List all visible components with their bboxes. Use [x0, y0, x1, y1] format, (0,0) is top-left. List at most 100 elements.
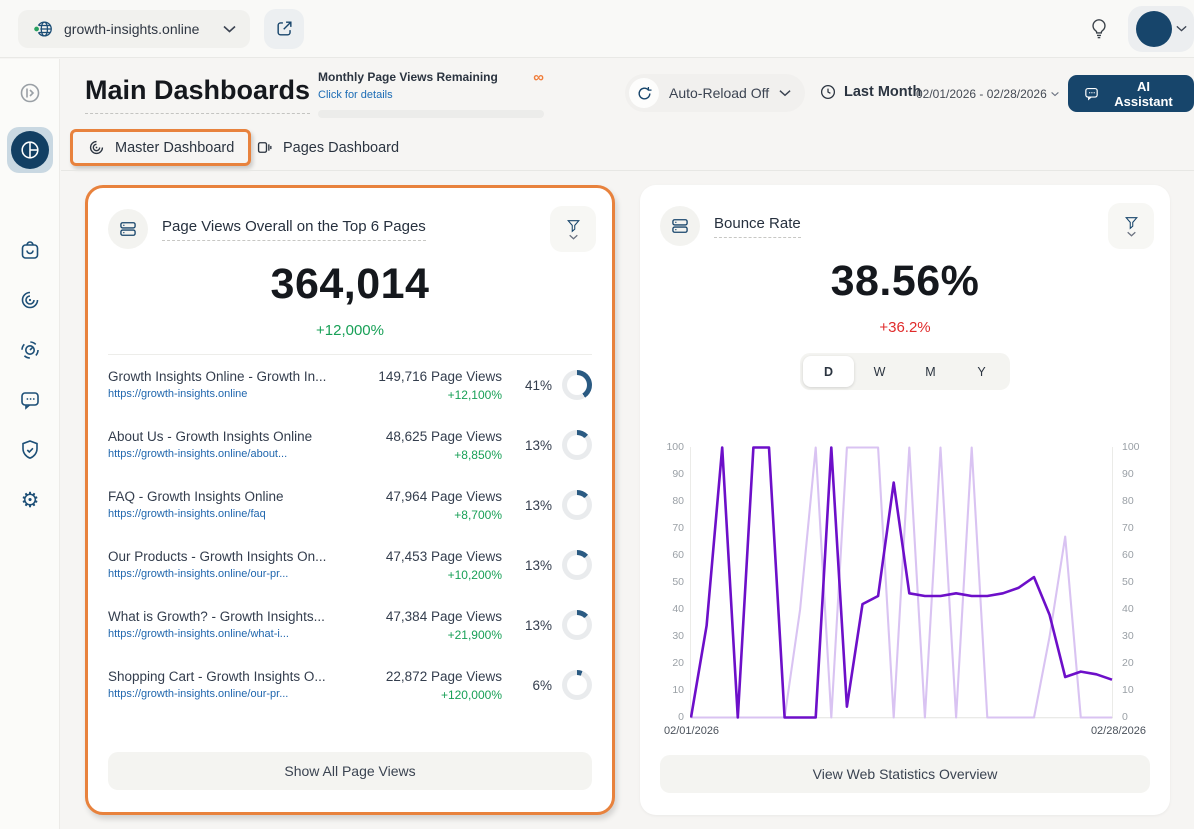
y-tick-label: 20: [1122, 657, 1134, 669]
page-views-count: 22,872 Page Views: [350, 669, 502, 684]
spiral-icon: [87, 138, 106, 157]
card-title: Bounce Rate: [714, 215, 801, 238]
filter-button[interactable]: [550, 206, 596, 252]
page-views-row[interactable]: Shopping Cart - Growth Insights O... htt…: [108, 655, 592, 715]
page-url-link[interactable]: https://growth-insights.online/our-pr...: [108, 688, 288, 700]
page-title-text: Shopping Cart - Growth Insights O...: [108, 669, 350, 684]
range-option-week[interactable]: W: [854, 356, 905, 387]
y-tick-label: 30: [1122, 630, 1134, 642]
collapse-panel-icon: [18, 81, 42, 105]
open-site-button[interactable]: [264, 9, 304, 49]
funnel-icon: [1124, 216, 1139, 230]
tab-label: Master Dashboard: [115, 140, 234, 156]
sidebar: ⚙: [0, 59, 60, 829]
page-views-count: 48,625 Page Views: [350, 429, 502, 444]
page-title-text: About Us - Growth Insights Online: [108, 429, 350, 444]
filter-button[interactable]: [1108, 203, 1154, 249]
date-range-value: 02/01/2026 - 02/28/2026: [916, 87, 1047, 101]
date-range-picker[interactable]: 02/01/2026 - 02/28/2026: [916, 87, 1059, 101]
sidebar-item-settings[interactable]: ⚙: [8, 478, 52, 522]
page-share-percent: 41%: [525, 378, 552, 393]
y-axis-right: 0102030405060708090100: [1122, 445, 1152, 719]
sidebar-item-security[interactable]: [8, 428, 52, 472]
show-all-page-views-button[interactable]: Show All Page Views: [108, 752, 592, 790]
progress-donut: [562, 430, 592, 460]
page-views-row[interactable]: What is Growth? - Growth Insights... htt…: [108, 595, 592, 655]
y-tick-label: 50: [672, 576, 684, 588]
sidebar-item-monitoring[interactable]: [8, 328, 52, 372]
bag-icon: [18, 238, 42, 262]
page-url-link[interactable]: https://growth-insights.online/faq: [108, 508, 266, 520]
account-menu[interactable]: [1128, 6, 1194, 52]
sidebar-item-products[interactable]: [8, 228, 52, 272]
total-delta: +12,000%: [88, 322, 612, 339]
page-title-text: FAQ - Growth Insights Online: [108, 489, 350, 504]
page-url-link[interactable]: https://growth-insights.online/what-i...: [108, 628, 289, 640]
y-tick-label: 100: [666, 441, 684, 453]
page-title-text: What is Growth? - Growth Insights...: [108, 609, 350, 624]
page-views-row[interactable]: FAQ - Growth Insights Online https://gro…: [108, 475, 592, 535]
page-views-row[interactable]: About Us - Growth Insights Online https:…: [108, 415, 592, 475]
sidebar-item-feedback[interactable]: [8, 378, 52, 422]
tab-pages-dashboard[interactable]: Pages Dashboard: [255, 138, 399, 157]
database-icon: [660, 206, 700, 246]
tab-master-dashboard[interactable]: Master Dashboard: [87, 138, 234, 157]
page-views-delta: +10,200%: [350, 568, 502, 582]
chevron-down-icon: [223, 25, 236, 33]
avatar: [1136, 11, 1172, 47]
chevron-down-icon: [1176, 25, 1187, 32]
y-tick-label: 60: [1122, 549, 1134, 561]
gauge-focus-icon: [18, 338, 42, 362]
sidebar-item-collapse[interactable]: [8, 71, 52, 115]
spiral-icon: [18, 288, 42, 312]
y-tick-label: 70: [1122, 522, 1134, 534]
bounce-rate-secondary-line: [691, 448, 1112, 718]
page-share-percent: 13%: [525, 558, 552, 573]
bounce-chart-plot: [690, 445, 1113, 719]
page-url-link[interactable]: https://growth-insights.online: [108, 388, 247, 400]
gear-icon: ⚙: [21, 490, 40, 511]
y-tick-label: 20: [672, 657, 684, 669]
y-tick-label: 80: [1122, 495, 1134, 507]
range-option-month[interactable]: M: [905, 356, 956, 387]
page-title-text: Our Products - Growth Insights On...: [108, 549, 350, 564]
page-url-link[interactable]: https://growth-insights.online/our-pr...: [108, 568, 288, 580]
ai-assistant-button[interactable]: AI Assistant: [1068, 75, 1194, 112]
quota-title: Monthly Page Views Remaining: [318, 70, 498, 85]
page-views-count: 47,384 Page Views: [350, 609, 502, 624]
page-share-percent: 6%: [532, 678, 552, 693]
page-views-row[interactable]: Our Products - Growth Insights On... htt…: [108, 535, 592, 595]
funnel-icon: [566, 219, 581, 233]
page-views-count: 149,716 Page Views: [350, 369, 502, 384]
bounce-rate-value: 38.56%: [640, 257, 1170, 306]
page-share-percent: 13%: [525, 438, 552, 453]
auto-reload-dropdown[interactable]: Auto-Reload Off: [625, 74, 805, 112]
page-views-count: 47,453 Page Views: [350, 549, 502, 564]
main-content: Main Dashboards Monthly Page Views Remai…: [61, 59, 1194, 829]
pageviews-list: Growth Insights Online - Growth In... ht…: [108, 354, 592, 715]
range-option-day[interactable]: D: [803, 356, 854, 387]
site-selector[interactable]: growth-insights.online: [18, 10, 250, 48]
clock-icon: [819, 83, 837, 101]
chart-series: [691, 448, 1112, 718]
y-tick-label: 40: [1122, 603, 1134, 615]
page-views-row[interactable]: Growth Insights Online - Growth In... ht…: [108, 355, 592, 415]
sidebar-item-dashboards[interactable]: [7, 127, 53, 173]
infinity-badge: ∞: [533, 70, 544, 85]
page-url-link[interactable]: https://growth-insights.online/about...: [108, 448, 287, 460]
bounce-chart: 0102030405060708090100 01020304050607080…: [640, 440, 1170, 740]
quota-details-link[interactable]: Click for details: [318, 89, 393, 101]
range-option-year[interactable]: Y: [956, 356, 1007, 387]
auto-reload-label: Auto-Reload Off: [669, 85, 769, 101]
period-selector[interactable]: Last Month: [819, 83, 921, 101]
database-icon: [108, 209, 148, 249]
period-label: Last Month: [844, 84, 921, 100]
bounce-rate-delta: +36.2%: [640, 319, 1170, 336]
shield-check-icon: [18, 438, 42, 462]
y-tick-label: 50: [1122, 576, 1134, 588]
view-web-statistics-button[interactable]: View Web Statistics Overview: [660, 755, 1150, 793]
y-tick-label: 90: [672, 468, 684, 480]
tips-button[interactable]: [1088, 17, 1110, 41]
progress-donut: [562, 550, 592, 580]
sidebar-item-master-dashboard[interactable]: [8, 278, 52, 322]
